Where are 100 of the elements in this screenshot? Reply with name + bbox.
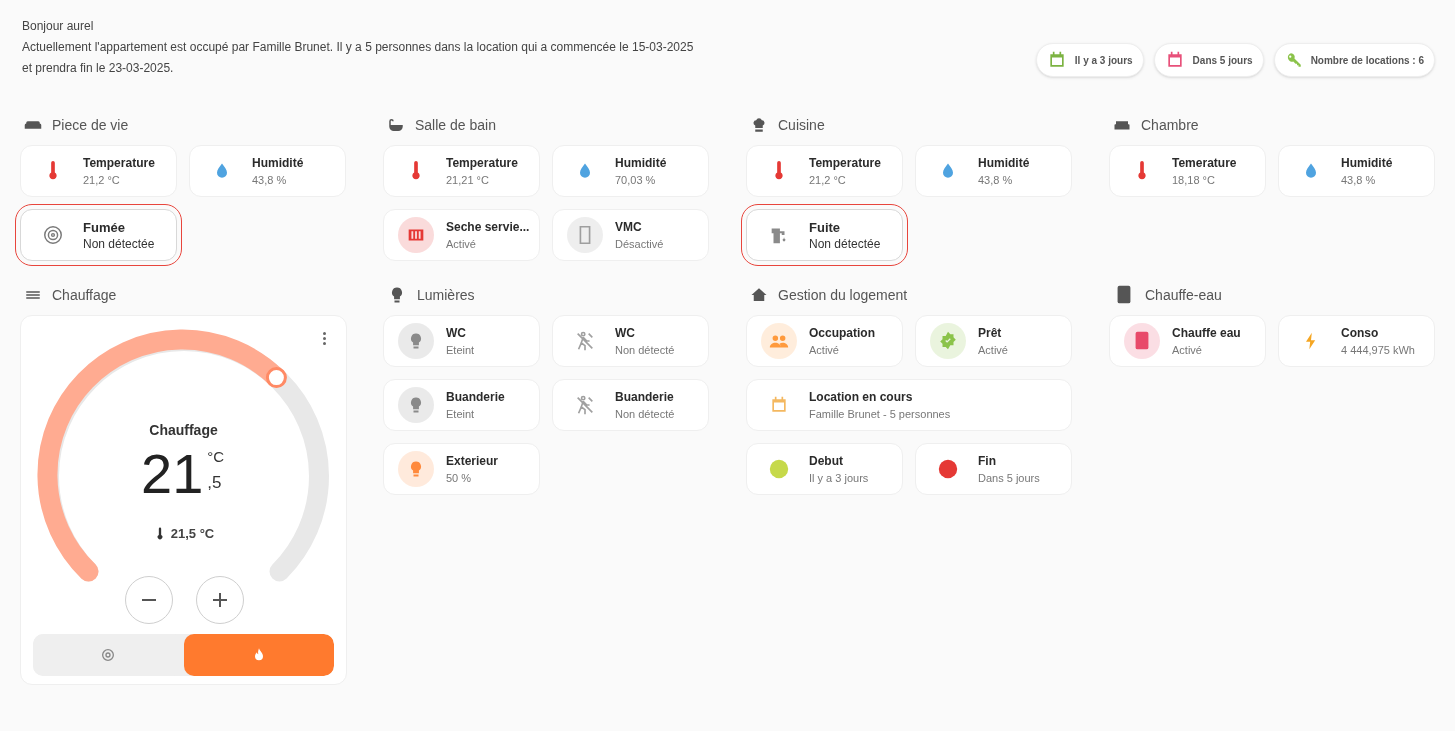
sensor-tile[interactable]: Seche servie... Activé <box>383 209 540 261</box>
section-title: Chauffage <box>52 285 117 305</box>
sensor-tile[interactable]: WC Eteint <box>383 315 540 367</box>
tile-title: Location en cours <box>809 388 914 406</box>
power-icon <box>100 647 117 663</box>
tile-state: Non détecté <box>615 342 675 358</box>
tile-state: Non détectée <box>809 235 881 252</box>
tile-title: VMC <box>615 218 643 236</box>
mode-button[interactable] <box>183 634 334 676</box>
tile-title: Fumée <box>83 218 126 236</box>
section-title: Chambre <box>1141 115 1199 135</box>
tile-state: 50 % <box>446 470 473 486</box>
sensor-tile[interactable]: Debut Il y a 3 jours <box>746 443 903 495</box>
tile-state: Activé <box>809 342 840 358</box>
info-chip[interactable]: Dans 5 jours <box>1153 43 1264 77</box>
tile-title: WC <box>615 324 636 342</box>
sensor-tile[interactable]: Chauffe eau Activé <box>1109 315 1266 367</box>
chip-label: Il y a 3 jours <box>1074 53 1133 68</box>
tile-title: Humidité <box>1341 154 1393 172</box>
chip-label: Nombre de locations : 6 <box>1310 53 1424 68</box>
summary-text: Actuellement l'appartement est occupé par Famille Brunet. Il y a 5 personnes dans la location qui a commencée le 15-03-2025 et prendra fin le 23-03-2025. <box>22 39 695 77</box>
tile-state: 21,21 °C <box>446 172 490 188</box>
section-title: Gestion du logement <box>778 285 908 305</box>
tile-title: Fin <box>978 452 997 470</box>
tile-state: 18,18 °C <box>1172 172 1216 188</box>
tile-title: Chauffe eau <box>1172 324 1241 342</box>
target-temperature: 21 <box>141 444 204 504</box>
tile-title: Humidité <box>252 154 304 172</box>
tile-title: Conso <box>1341 324 1380 342</box>
sensor-tile[interactable]: Humidité 43,8 % <box>915 145 1072 197</box>
sensor-tile[interactable]: Buanderie Non détecté <box>552 379 709 431</box>
sensor-tile[interactable]: Location en cours Famille Brunet - 5 personnes <box>746 379 1072 431</box>
tile-state: Désactivé <box>615 236 664 252</box>
tile-state: 21,2 °C <box>83 172 121 188</box>
sensor-tile[interactable]: Occupation Activé <box>746 315 903 367</box>
sensor-tile[interactable]: Buanderie Eteint <box>383 379 540 431</box>
sensor-tile[interactable]: Humidité 70,03 % <box>552 145 709 197</box>
bathtub-icon <box>387 116 405 134</box>
minus-icon <box>142 599 156 601</box>
tile-state: 43,8 % <box>252 172 288 188</box>
tile-state: Activé <box>1172 342 1203 358</box>
tile-state: Activé <box>446 236 477 252</box>
section-title: Cuisine <box>778 115 825 135</box>
more-menu-icon[interactable] <box>321 330 328 347</box>
house-icon <box>750 286 768 304</box>
sensor-tile[interactable]: Temperature 21,2 °C <box>20 145 177 197</box>
tile-title: WC <box>446 324 467 342</box>
tile-title: Temperature <box>446 154 518 172</box>
tile-title: Prêt <box>978 324 1003 342</box>
dial-handle[interactable] <box>265 367 287 389</box>
tile-title: Fuite <box>809 218 842 236</box>
tile-state: 43,8 % <box>1341 172 1377 188</box>
tile-state: Famille Brunet - 5 personnes <box>809 406 951 422</box>
plus-icon <box>213 593 227 607</box>
sensor-tile[interactable]: Fin Dans 5 jours <box>915 443 1072 495</box>
tile-state: Non détecté <box>615 406 675 422</box>
tile-state: 70,03 % <box>615 172 657 188</box>
info-chip[interactable]: Il y a 3 jours <box>1035 43 1144 77</box>
section-title: Piece de vie <box>52 115 129 135</box>
tile-title: Buanderie <box>615 388 675 406</box>
tile-state: 4 444,975 kWh <box>1341 342 1415 358</box>
tile-state: Non détectée <box>83 235 155 252</box>
temperature-decimal: ,5 <box>207 472 223 494</box>
sensor-tile[interactable]: Exterieur 50 % <box>383 443 540 495</box>
tile-title: Exterieur <box>446 452 499 470</box>
tile-title: Buanderie <box>446 388 505 406</box>
sensor-tile[interactable]: Temerature 18,18 °C <box>1109 145 1266 197</box>
tile-state: 43,8 % <box>978 172 1014 188</box>
tile-state: Eteint <box>446 406 476 422</box>
greeting-text: Bonjour aurel <box>22 18 95 35</box>
tile-state: Dans 5 jours <box>978 470 1040 486</box>
sensor-tile[interactable]: Prêt Activé <box>915 315 1072 367</box>
tile-state: Activé <box>978 342 1008 358</box>
tile-title: Humidité <box>615 154 667 172</box>
chip-label: Dans 5 jours <box>1192 53 1253 68</box>
sensor-tile[interactable]: VMC Désactivé <box>552 209 709 261</box>
tile-title: Debut <box>809 452 844 470</box>
info-chip[interactable]: Nombre de locations : 6 <box>1273 43 1435 77</box>
section-title: Salle de bain <box>415 115 496 135</box>
sensor-tile[interactable]: WC Non détecté <box>552 315 709 367</box>
tile-title: Temperature <box>83 154 155 172</box>
tile-title: Humidité <box>978 154 1030 172</box>
tile-state: 21,2 °C <box>809 172 847 188</box>
current-temperature: 21,5 °C <box>170 525 215 543</box>
tile-title: Occupation <box>809 324 875 342</box>
sensor-tile[interactable]: Humidité 43,8 % <box>189 145 346 197</box>
sensor-tile[interactable]: Temperature 21,21 °C <box>383 145 540 197</box>
section-title: Chauffe-eau <box>1145 285 1222 305</box>
sensor-tile[interactable]: Temperature 21,2 °C <box>746 145 903 197</box>
sensor-tile[interactable]: Conso 4 444,975 kWh <box>1278 315 1435 367</box>
sensor-tile[interactable]: Humidité 43,8 % <box>1278 145 1435 197</box>
increase-button[interactable] <box>196 576 244 624</box>
section-title: Lumières <box>417 285 475 305</box>
decrease-button[interactable] <box>125 576 173 624</box>
tile-state: Eteint <box>446 342 475 358</box>
tile-title: Temperature <box>809 154 881 172</box>
tile-title: Temerature <box>1172 154 1237 172</box>
temperature-unit: °C <box>207 448 225 466</box>
thermostat-name: Chauffage <box>148 421 219 440</box>
tile-state: Il y a 3 jours <box>809 470 869 486</box>
